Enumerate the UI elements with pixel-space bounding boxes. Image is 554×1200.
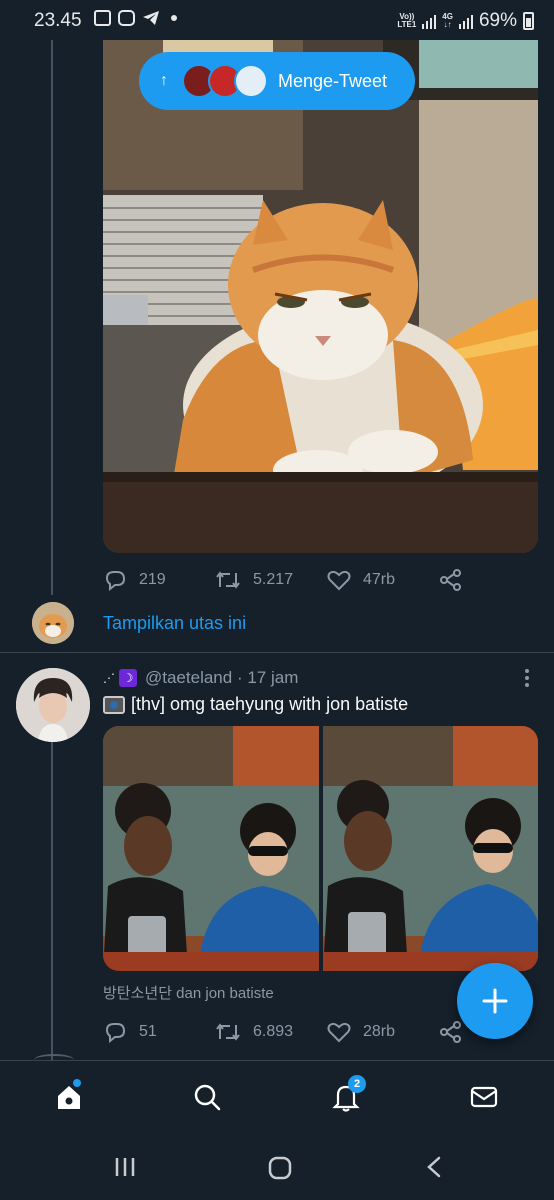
share-icon — [440, 1021, 461, 1043]
system-indicators: Vo)) LTE1 4G ↓↑ 69% — [397, 10, 534, 32]
nav-notifications[interactable]: 2 — [328, 1075, 366, 1115]
tweet-actions: 51 6.893 28rb — [103, 1018, 483, 1046]
reply-button[interactable]: 219 — [103, 569, 215, 591]
tweet-media-image[interactable] — [103, 726, 319, 971]
like-count: 47rb — [363, 571, 396, 588]
telegram-icon — [143, 11, 159, 25]
thread-line — [51, 742, 53, 1060]
arrow-up-icon: ↑ — [160, 72, 168, 89]
photo-right — [322, 726, 538, 971]
nav-home[interactable] — [51, 1079, 87, 1115]
reply-icon — [105, 571, 126, 591]
tweet-header: ⋰ ☽ @taeteland · 17 jam — [103, 668, 298, 688]
show-thread-link[interactable]: Tampilkan utas ini — [103, 613, 246, 634]
retweet-icon — [216, 1023, 240, 1041]
volte-indicator: Vo)) LTE1 — [397, 12, 417, 29]
tweet-time[interactable]: 17 jam — [247, 668, 298, 688]
bottom-navigation: 2 — [0, 1060, 554, 1135]
plus-icon — [482, 988, 508, 1014]
nav-search[interactable] — [189, 1079, 225, 1115]
instagram-icon — [118, 10, 135, 26]
more-options-icon[interactable] — [522, 668, 532, 688]
like-count: 28rb — [363, 1023, 396, 1040]
profile-photo — [16, 668, 90, 742]
reply-count: 219 — [139, 571, 166, 588]
search-icon — [194, 1084, 221, 1111]
new-tweets-pill[interactable]: ↑ Menge-Tweet — [139, 52, 415, 110]
system-navigation — [0, 1135, 554, 1200]
home-new-dot — [73, 1079, 81, 1087]
retweet-count: 5.217 — [253, 571, 294, 588]
photo-left — [103, 726, 319, 971]
cat-avatar-image — [32, 602, 74, 644]
share-icon — [440, 569, 461, 591]
retweet-icon — [216, 571, 240, 589]
tweet-media-image[interactable] — [103, 40, 538, 553]
mail-icon — [470, 1086, 498, 1108]
reply-icon — [105, 1023, 126, 1043]
retweet-button[interactable]: 5.217 — [215, 569, 327, 591]
status-bar: 23.45 Vo)) LTE1 4G ↓↑ 69% — [0, 0, 554, 40]
share-button[interactable] — [439, 569, 463, 591]
reply-count: 51 — [139, 1023, 157, 1040]
notification-badge: 2 — [348, 1075, 366, 1093]
signal-icon — [422, 13, 437, 29]
tagged-people[interactable]: 방탄소년단 dan jon batiste — [103, 982, 274, 1003]
tweet-handle[interactable]: @taeteland — [145, 668, 232, 688]
more-notifications-icon — [171, 15, 177, 21]
tweet-media-grid — [103, 726, 538, 971]
nav-messages[interactable] — [466, 1079, 502, 1115]
new-tweets-label: Menge-Tweet — [278, 70, 388, 91]
tweet-media-image[interactable] — [322, 726, 538, 971]
recent-apps-icon[interactable] — [113, 1155, 137, 1179]
battery-percent: 69% — [478, 10, 517, 31]
retweet-button[interactable]: 6.893 — [215, 1021, 327, 1043]
battery-icon — [523, 12, 534, 30]
reply-button[interactable]: 51 — [103, 1021, 215, 1043]
signal-icon-2 — [458, 13, 473, 29]
pill-avatars — [182, 64, 268, 98]
avatar[interactable] — [16, 668, 90, 742]
moon-icon: ☽ — [119, 669, 137, 687]
gallery-icon — [94, 10, 111, 26]
like-button[interactable]: 28rb — [327, 1021, 439, 1043]
home-icon — [58, 1086, 80, 1109]
avatar — [234, 64, 268, 98]
notification-icons — [94, 10, 177, 26]
status-time: 23.45 — [34, 10, 82, 31]
compose-tweet-button[interactable] — [457, 963, 533, 1039]
heart-icon — [327, 1022, 351, 1043]
back-icon[interactable] — [424, 1155, 444, 1179]
share-button[interactable] — [439, 1021, 463, 1043]
tweet-actions: 219 5.217 47rb — [103, 566, 483, 594]
header-separator: · — [232, 668, 248, 687]
sparkle-icon: ⋰ — [103, 671, 115, 685]
home-button-icon[interactable] — [267, 1155, 293, 1181]
camera-icon — [103, 695, 125, 714]
avatar[interactable] — [32, 602, 74, 644]
divider — [0, 652, 554, 653]
tweet-body: [thv] omg taehyung with jon batiste — [131, 694, 409, 714]
retweet-count: 6.893 — [253, 1023, 294, 1040]
tweet-text: [thv] omg taehyung with jon batiste — [103, 694, 408, 715]
cat-photo — [103, 40, 538, 553]
heart-icon — [327, 570, 351, 591]
thread-line — [51, 40, 53, 595]
data-indicator: 4G ↓↑ — [442, 12, 453, 29]
like-button[interactable]: 47rb — [327, 569, 439, 591]
